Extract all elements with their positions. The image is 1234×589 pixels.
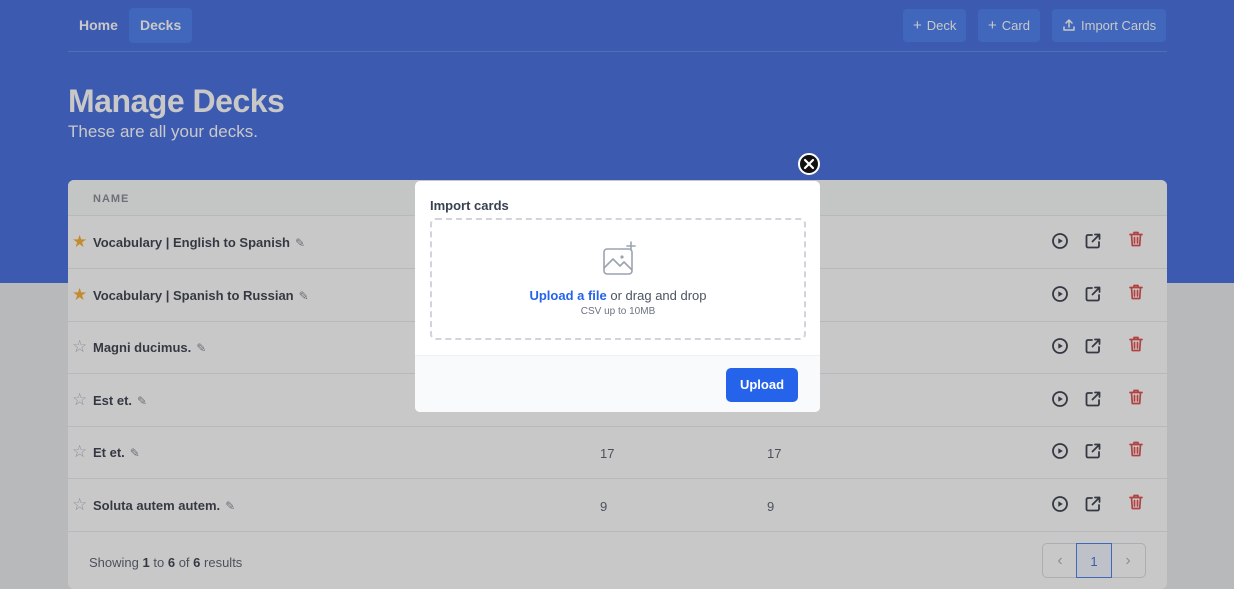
close-modal-button[interactable] (798, 153, 820, 175)
close-icon (803, 158, 815, 170)
drag-drop-text: or drag and drop (610, 288, 707, 303)
modal-footer: Upload (415, 355, 820, 412)
modal-title: Import cards (430, 198, 509, 213)
add-image-icon (603, 241, 636, 275)
upload-button[interactable]: Upload (726, 368, 798, 402)
file-type-hint: CSV up to 10MB (580, 306, 656, 317)
upload-file-link[interactable]: Upload a file (529, 288, 606, 303)
file-dropzone[interactable]: Upload a file or drag and drop CSV up to… (430, 218, 806, 340)
dropzone-instructions: Upload a file or drag and drop (432, 288, 804, 303)
import-cards-modal: Import cards Upload a file or drag and d… (415, 181, 820, 412)
